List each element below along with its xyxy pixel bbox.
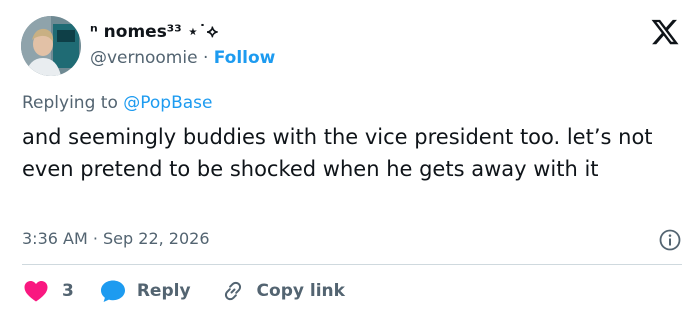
reply-context-prefix: Replying to — [22, 93, 118, 113]
x-logo-icon[interactable] — [650, 17, 680, 47]
chat-bubble-icon — [100, 280, 125, 302]
reply-label: Reply — [136, 281, 191, 301]
reply-mention-link[interactable]: @PopBase — [123, 93, 212, 113]
avatar[interactable] — [21, 16, 81, 76]
follow-button[interactable]: Follow — [214, 48, 276, 68]
reply-button[interactable]: Reply — [100, 279, 191, 303]
info-icon[interactable] — [658, 228, 682, 252]
reply-context: Replying to @PopBase — [22, 93, 212, 113]
like-button[interactable]: 3 — [24, 280, 74, 302]
author-handle[interactable]: @vernoomie — [90, 48, 198, 68]
author-display-name[interactable]: ⁿ nomes³³ ⋆˙⟡ — [90, 22, 218, 42]
author-name-row: ⁿ nomes³³ ⋆˙⟡ — [90, 20, 218, 44]
tweet-timestamp[interactable]: 3:36 AM · Sep 22, 2026 — [22, 229, 210, 248]
divider — [22, 264, 682, 265]
copy-link-button[interactable]: Copy link — [221, 279, 345, 303]
avatar-image — [21, 16, 81, 76]
link-icon — [224, 281, 241, 301]
heart-icon — [24, 281, 48, 302]
handle-separator: · — [202, 48, 209, 68]
tweet-text: and seemingly buddies with the vice pres… — [22, 125, 653, 181]
author-handle-row: @vernoomie · Follow — [90, 48, 275, 68]
action-bar: 3 Reply Copy link — [24, 277, 345, 305]
copy-link-label: Copy link — [256, 281, 345, 301]
like-count: 3 — [62, 281, 74, 301]
